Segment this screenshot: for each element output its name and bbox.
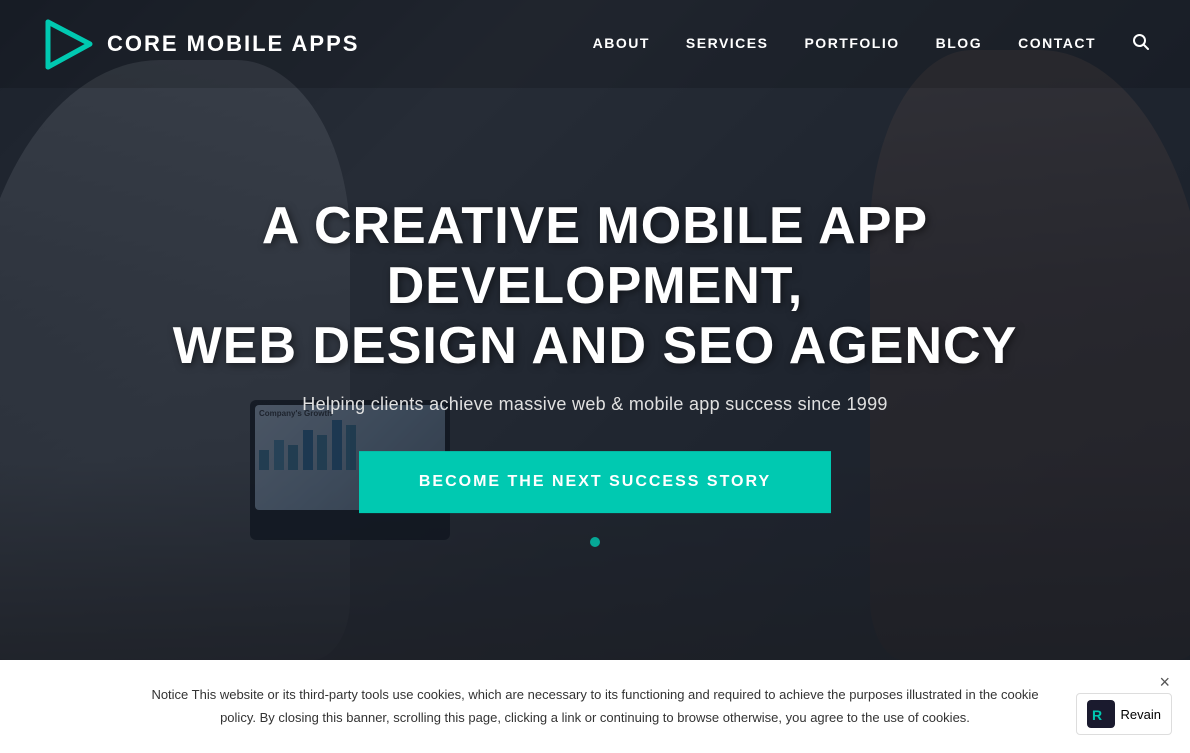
hero-section: Company's Growth CORE MOBILE APPS ABO <box>0 0 1190 660</box>
revain-logo-icon: R <box>1087 700 1115 728</box>
cookie-close-button[interactable]: × <box>1159 672 1170 693</box>
logo-icon <box>40 17 95 72</box>
nav-services[interactable]: SERVICES <box>686 35 769 51</box>
hero-subtitle: Helping clients achieve massive web & mo… <box>145 395 1045 416</box>
nav-menu: ABOUT SERVICES PORTFOLIO BLOG CONTACT <box>593 33 1150 56</box>
hero-content: A CREATIVE MOBILE APP DEVELOPMENT, WEB D… <box>145 197 1045 513</box>
cookie-text: Notice This website or its third-party t… <box>145 684 1045 728</box>
search-icon[interactable] <box>1132 38 1150 55</box>
navbar: CORE MOBILE APPS ABOUT SERVICES PORTFOLI… <box>0 0 1190 88</box>
nav-blog[interactable]: BLOG <box>936 35 982 51</box>
hero-title: A CREATIVE MOBILE APP DEVELOPMENT, WEB D… <box>145 197 1045 376</box>
revain-widget[interactable]: R Revain <box>1076 693 1172 735</box>
revain-brand-label: Revain <box>1121 707 1161 722</box>
logo-link[interactable]: CORE MOBILE APPS <box>40 17 359 72</box>
nav-contact[interactable]: CONTACT <box>1018 35 1096 51</box>
cookie-notice: Notice This website or its third-party t… <box>0 660 1190 753</box>
nav-about[interactable]: ABOUT <box>593 35 650 51</box>
svg-text:R: R <box>1092 707 1102 723</box>
scroll-dot-1 <box>590 537 600 547</box>
brand-name: CORE MOBILE APPS <box>107 31 359 57</box>
scroll-indicator <box>587 534 603 550</box>
cta-button[interactable]: BECOME THE NEXT SUCCESS STORY <box>359 452 831 514</box>
nav-portfolio[interactable]: PORTFOLIO <box>804 35 899 51</box>
